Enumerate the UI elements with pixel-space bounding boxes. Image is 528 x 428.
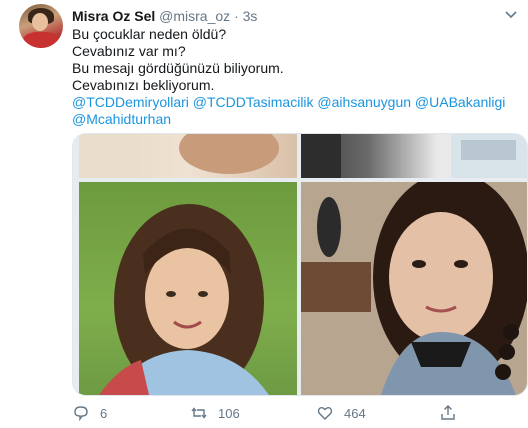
avatar-shirt: [23, 32, 59, 48]
retweet-count: 106: [218, 405, 240, 421]
photo-girl-left[interactable]: [79, 182, 297, 395]
share-action[interactable]: [439, 404, 457, 422]
separator-dot: ·: [234, 8, 239, 24]
share-icon[interactable]: [439, 404, 457, 422]
retweet-icon[interactable]: [190, 404, 208, 422]
avatar-face: [32, 13, 48, 31]
like-count: 464: [344, 405, 366, 421]
tweet-text: Bu çocuklar neden öldü? Cevabınız var mı…: [72, 26, 512, 128]
tweet-line: Cevabınız var mı?: [72, 43, 186, 59]
like-action[interactable]: 464: [316, 404, 366, 422]
tweet-header: Misra Oz Sel @misra_oz · 3s: [72, 8, 257, 24]
user-handle[interactable]: @misra_oz: [159, 8, 230, 24]
avatar[interactable]: [19, 4, 63, 48]
reply-icon[interactable]: [72, 404, 90, 422]
mentions-line[interactable]: @TCDDemiryollari @TCDDTasimacilik @aihsa…: [72, 94, 512, 111]
tweet[interactable]: Misra Oz Sel @misra_oz · 3s Bu çocuklar …: [0, 0, 528, 428]
timestamp[interactable]: 3s: [243, 8, 258, 24]
reply-action[interactable]: 6: [72, 404, 107, 422]
tweet-actions: 6 106 464: [72, 404, 512, 424]
tweet-line: Bu çocuklar neden öldü?: [72, 26, 227, 42]
mentions-line[interactable]: @Mcahidturhan: [72, 111, 512, 128]
like-icon[interactable]: [316, 404, 334, 422]
reply-count: 6: [100, 405, 108, 421]
media-grid: [72, 133, 528, 396]
photo-top-left[interactable]: [79, 134, 297, 178]
retweet-action[interactable]: 106: [190, 404, 240, 422]
tweet-line: Cevabınızı bekliyorum.: [72, 77, 215, 93]
display-name[interactable]: Misra Oz Sel: [72, 8, 155, 24]
photo-girl-right[interactable]: [301, 182, 527, 395]
tweet-line: Bu mesajı gördüğünüzü biliyorum.: [72, 60, 284, 76]
photo-top-right[interactable]: [301, 134, 527, 178]
chevron-down-icon[interactable]: [504, 8, 518, 22]
